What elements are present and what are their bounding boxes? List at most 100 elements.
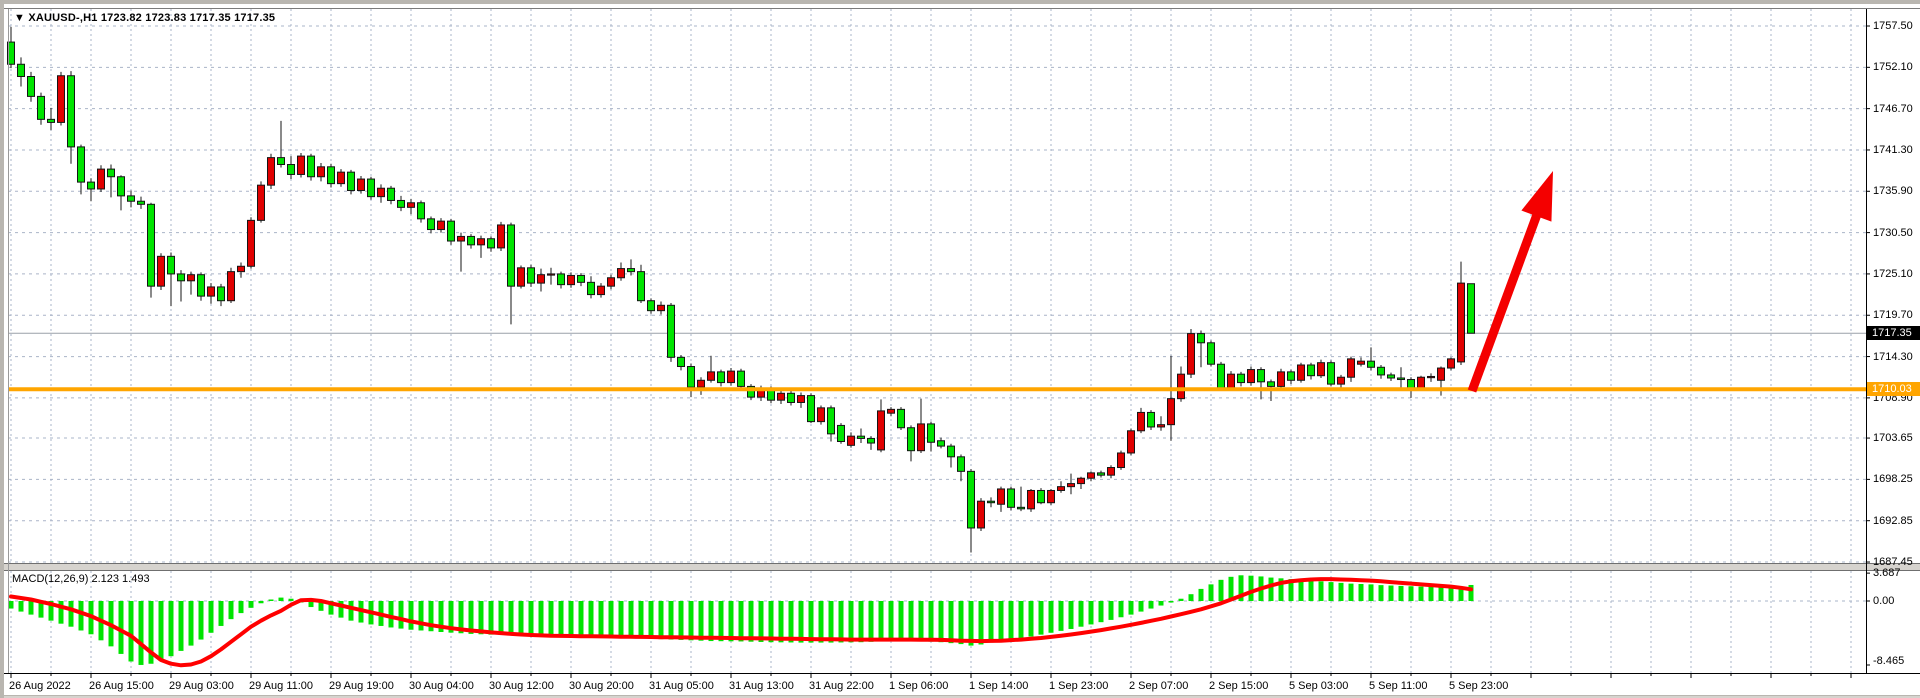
candle-body xyxy=(638,272,645,301)
candle-body xyxy=(1028,490,1035,508)
macd-histogram-bar xyxy=(159,601,164,661)
candle-body xyxy=(728,371,735,382)
candle-body xyxy=(1038,490,1045,502)
time-axis-label: 5 Sep 03:00 xyxy=(1289,680,1348,692)
macd-histogram-bar xyxy=(1209,584,1214,601)
macd-histogram-bar xyxy=(859,601,864,642)
candle-body xyxy=(878,411,885,450)
candle-body xyxy=(468,236,475,244)
candle-body xyxy=(1198,334,1205,343)
candle-body xyxy=(808,396,815,422)
candle-body xyxy=(18,64,25,76)
candle-body xyxy=(458,236,465,241)
macd-histogram-bar xyxy=(1169,601,1174,603)
time-axis-label: 2 Sep 07:00 xyxy=(1129,680,1188,692)
time-axis-label: 29 Aug 19:00 xyxy=(329,680,394,692)
candle-body xyxy=(888,409,895,413)
candle-body xyxy=(88,182,95,189)
candle-body xyxy=(718,372,725,383)
macd-histogram-bar xyxy=(1219,580,1224,601)
macd-histogram-bar xyxy=(1409,586,1414,601)
candle-body xyxy=(1338,377,1345,384)
macd-histogram-bar xyxy=(1199,589,1204,601)
macd-histogram-bar xyxy=(749,601,754,642)
time-axis-label: 26 Aug 15:00 xyxy=(89,680,154,692)
candle-body xyxy=(498,225,505,248)
price-axis-label: 1746.70 xyxy=(1873,103,1913,115)
candle-body xyxy=(1138,412,1145,430)
candle-body xyxy=(928,424,935,442)
macd-histogram-bar xyxy=(199,601,204,640)
macd-histogram-bar xyxy=(1179,599,1184,601)
candle-body xyxy=(788,393,795,402)
candle-body xyxy=(368,179,375,197)
candle-body xyxy=(1068,484,1075,487)
macd-histogram-bar xyxy=(1139,601,1144,612)
candle-body xyxy=(528,268,535,283)
macd-histogram-bar xyxy=(1349,584,1354,601)
macd-histogram-bar xyxy=(239,601,244,613)
time-axis-label: 29 Aug 03:00 xyxy=(169,680,234,692)
macd-histogram-bar xyxy=(1369,584,1374,601)
candle-body xyxy=(348,172,355,190)
macd-histogram-bar xyxy=(839,601,844,642)
macd-histogram-bar xyxy=(559,601,564,635)
candle-body xyxy=(828,408,835,434)
macd-histogram-bar xyxy=(189,601,194,646)
candle-body xyxy=(308,156,315,177)
candle-body xyxy=(508,225,515,286)
macd-histogram-bar xyxy=(209,601,214,633)
macd-histogram-bar xyxy=(1399,586,1404,601)
macd-histogram-bar xyxy=(389,601,394,627)
candle-body xyxy=(938,441,945,446)
candle-body xyxy=(988,501,995,503)
candle-body xyxy=(848,436,855,445)
macd-histogram-bar xyxy=(939,601,944,642)
candle-body xyxy=(1278,372,1285,387)
macd-histogram-bar xyxy=(1329,582,1334,601)
macd-histogram-bar xyxy=(219,601,224,626)
macd-histogram-bar xyxy=(759,601,764,642)
candle-body xyxy=(1048,490,1055,502)
candle-body xyxy=(328,167,335,184)
candle-body xyxy=(1388,375,1395,378)
time-axis-label: 31 Aug 13:00 xyxy=(729,680,794,692)
candle-body xyxy=(1128,431,1135,453)
macd-histogram-bar xyxy=(899,601,904,641)
candle-body xyxy=(628,269,635,272)
macd-histogram-bar xyxy=(279,598,284,601)
candle-body xyxy=(238,266,245,271)
macd-histogram-bar xyxy=(699,601,704,641)
macd-histogram-bar xyxy=(829,601,834,643)
macd-histogram-bar xyxy=(1379,585,1384,601)
macd-histogram-bar xyxy=(29,601,34,615)
candle-body xyxy=(128,196,135,201)
macd-histogram-bar xyxy=(1039,601,1044,635)
candle-body xyxy=(538,275,545,283)
candle-body xyxy=(518,268,525,286)
candle-body xyxy=(1358,361,1365,364)
macd-scale-label: 3.687 xyxy=(1873,567,1901,579)
panel-divider[interactable] xyxy=(4,563,1920,571)
macd-histogram-bar xyxy=(889,601,894,641)
macd-histogram-bar xyxy=(609,601,614,637)
macd-histogram-bar xyxy=(769,601,774,642)
candle-body xyxy=(1428,376,1435,377)
candle-body xyxy=(1168,399,1175,425)
macd-histogram-bar xyxy=(169,601,174,656)
macd-histogram-bar xyxy=(719,601,724,641)
macd-histogram-bar xyxy=(1089,601,1094,624)
current-price-tag: 1717.35 xyxy=(1867,326,1920,340)
price-chart-canvas[interactable] xyxy=(4,4,1920,698)
candle-body xyxy=(1328,363,1335,384)
candle-body xyxy=(388,188,395,200)
candle-body xyxy=(268,158,275,186)
macd-histogram-bar xyxy=(489,601,494,635)
candle-body xyxy=(668,305,675,357)
macd-histogram-bar xyxy=(1439,587,1444,601)
symbol-ohlc-label[interactable]: ▼ XAUUSD-,H1 1723.82 1723.83 1717.35 171… xyxy=(14,12,275,24)
macd-histogram-bar xyxy=(1309,581,1314,601)
candle-body xyxy=(1398,378,1405,380)
macd-histogram-bar xyxy=(1149,601,1154,609)
candle-body xyxy=(898,409,905,427)
